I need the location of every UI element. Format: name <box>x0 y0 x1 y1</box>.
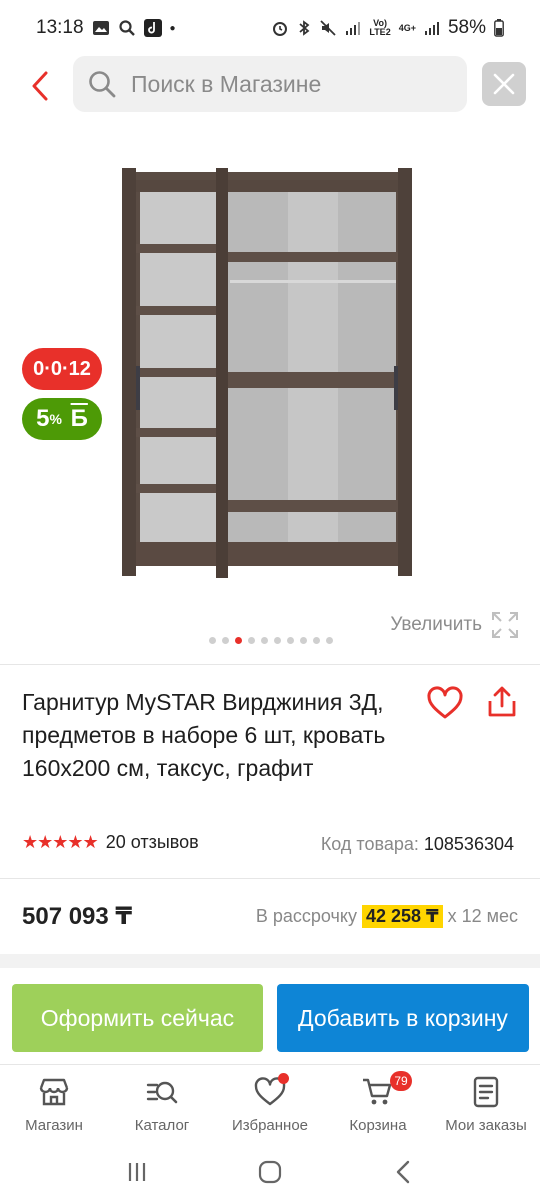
close-icon <box>493 73 515 95</box>
signal-2-icon <box>424 22 439 35</box>
divider <box>0 878 540 879</box>
gallery-pagination <box>209 637 333 644</box>
expand-icon <box>492 612 518 638</box>
installment-suffix: х 12 мес <box>447 905 518 926</box>
pagination-dot <box>287 637 294 644</box>
signal-1-icon <box>346 22 361 35</box>
pagination-dot <box>313 637 320 644</box>
divider <box>0 664 540 665</box>
pagination-dot <box>222 637 229 644</box>
product-gallery[interactable]: 0·0·12 5% Б Увеличить <box>0 130 540 660</box>
home-button[interactable] <box>250 1152 290 1192</box>
search-input[interactable] <box>131 70 431 98</box>
section-separator <box>0 954 540 968</box>
bottom-navigation: Магазин Каталог Избранное 79 Корзина Мои… <box>0 1064 540 1144</box>
system-back-button[interactable] <box>383 1152 423 1192</box>
search-notification-icon <box>118 20 135 36</box>
volte-label: Vo) LTE2 <box>369 19 390 37</box>
battery-icon <box>494 19 504 37</box>
pagination-dot <box>326 637 333 644</box>
alarm-icon <box>273 22 288 36</box>
orders-icon <box>473 1076 499 1108</box>
rating-row[interactable]: ★★★★★ 20 отзывов <box>22 832 199 853</box>
pagination-dot <box>274 637 281 644</box>
more-notifications-dot-icon: ● <box>169 22 176 34</box>
installment-prefix: В рассрочку <box>255 905 357 926</box>
reviews-link[interactable]: 20 отзывов <box>106 832 199 853</box>
bonus-value: 5 <box>36 405 50 432</box>
sku-label: Код товара: <box>320 834 419 854</box>
sku: Код товара: 108536304 <box>321 834 514 855</box>
nav-label-cart: Корзина <box>349 1117 407 1134</box>
tiktok-notification-icon <box>143 19 162 37</box>
bonus-letter: Б <box>70 405 88 432</box>
pagination-dot <box>300 637 307 644</box>
recent-apps-icon <box>128 1163 145 1181</box>
status-time: 13:18 <box>36 17 84 38</box>
volte-bottom: LTE2 <box>369 27 391 37</box>
rating-stars: ★★★★★ <box>22 832 99 852</box>
search-icon <box>89 71 116 98</box>
pagination-dot <box>248 637 255 644</box>
installment-info[interactable]: В рассрочку 42 258 ₸ х 12 мес <box>255 904 518 928</box>
installment-amount: 42 258 ₸ <box>361 904 443 928</box>
back-button[interactable] <box>20 64 60 108</box>
buy-now-button[interactable]: Оформить сейчас <box>12 984 263 1052</box>
price-row: 507 093 ₸ В рассрочку 42 258 ₸ х 12 мес <box>22 896 518 936</box>
nav-label-favorites: Избранное <box>231 1117 309 1134</box>
cart-count-badge: 79 <box>390 1071 412 1091</box>
nav-item-store[interactable]: Магазин <box>0 1065 108 1144</box>
share-icon <box>488 686 516 717</box>
pagination-dot <box>261 637 268 644</box>
bonus-unit: % <box>49 411 62 427</box>
add-to-favorites-button[interactable] <box>426 686 464 720</box>
nav-item-catalog[interactable]: Каталог <box>108 1065 216 1144</box>
pagination-dot <box>209 637 216 644</box>
nav-label-store: Магазин <box>25 1117 83 1134</box>
gallery-notification-icon <box>92 21 109 35</box>
system-navigation <box>0 1144 540 1200</box>
product-image[interactable] <box>118 162 418 582</box>
recent-apps-button[interactable] <box>117 1152 157 1192</box>
store-icon <box>39 1078 69 1106</box>
sku-value: 108536304 <box>423 834 514 854</box>
installment-badge: 0·0·12 <box>22 348 102 390</box>
catalog-search-icon <box>146 1081 178 1104</box>
nav-item-orders[interactable]: Мои заказы <box>432 1065 540 1144</box>
back-icon <box>397 1160 410 1184</box>
network-4g-label: 4G+ <box>398 22 416 33</box>
bluetooth-icon <box>299 20 310 36</box>
status-bar: 13:18 ● Vo) LTE2 4G+ 58% <box>0 0 540 56</box>
heart-outline-icon <box>427 686 463 719</box>
close-search-button[interactable] <box>482 62 526 106</box>
nav-label-catalog: Каталог <box>134 1117 190 1134</box>
mute-icon <box>320 20 336 36</box>
nav-item-favorites[interactable]: Избранное <box>216 1065 324 1144</box>
favorites-indicator-dot <box>278 1073 289 1084</box>
zoom-button[interactable]: Увеличить <box>390 610 520 640</box>
zoom-label: Увеличить <box>390 614 482 635</box>
pagination-dot <box>235 637 242 644</box>
search-header <box>0 56 540 116</box>
nav-item-cart[interactable]: 79 Корзина <box>324 1065 432 1144</box>
search-box[interactable] <box>73 56 467 112</box>
add-to-cart-button[interactable]: Добавить в корзину <box>277 984 529 1052</box>
share-button[interactable] <box>485 684 519 720</box>
battery-percent: 58% <box>447 17 486 38</box>
chevron-left-icon <box>32 71 48 101</box>
nav-label-orders: Мои заказы <box>445 1117 527 1134</box>
bonus-badge: 5% Б <box>22 398 102 440</box>
home-icon <box>258 1160 282 1184</box>
product-title: Гарнитур MySTAR Вирджиния 3Д, предметов … <box>22 689 386 781</box>
price: 507 093 ₸ <box>22 902 133 930</box>
